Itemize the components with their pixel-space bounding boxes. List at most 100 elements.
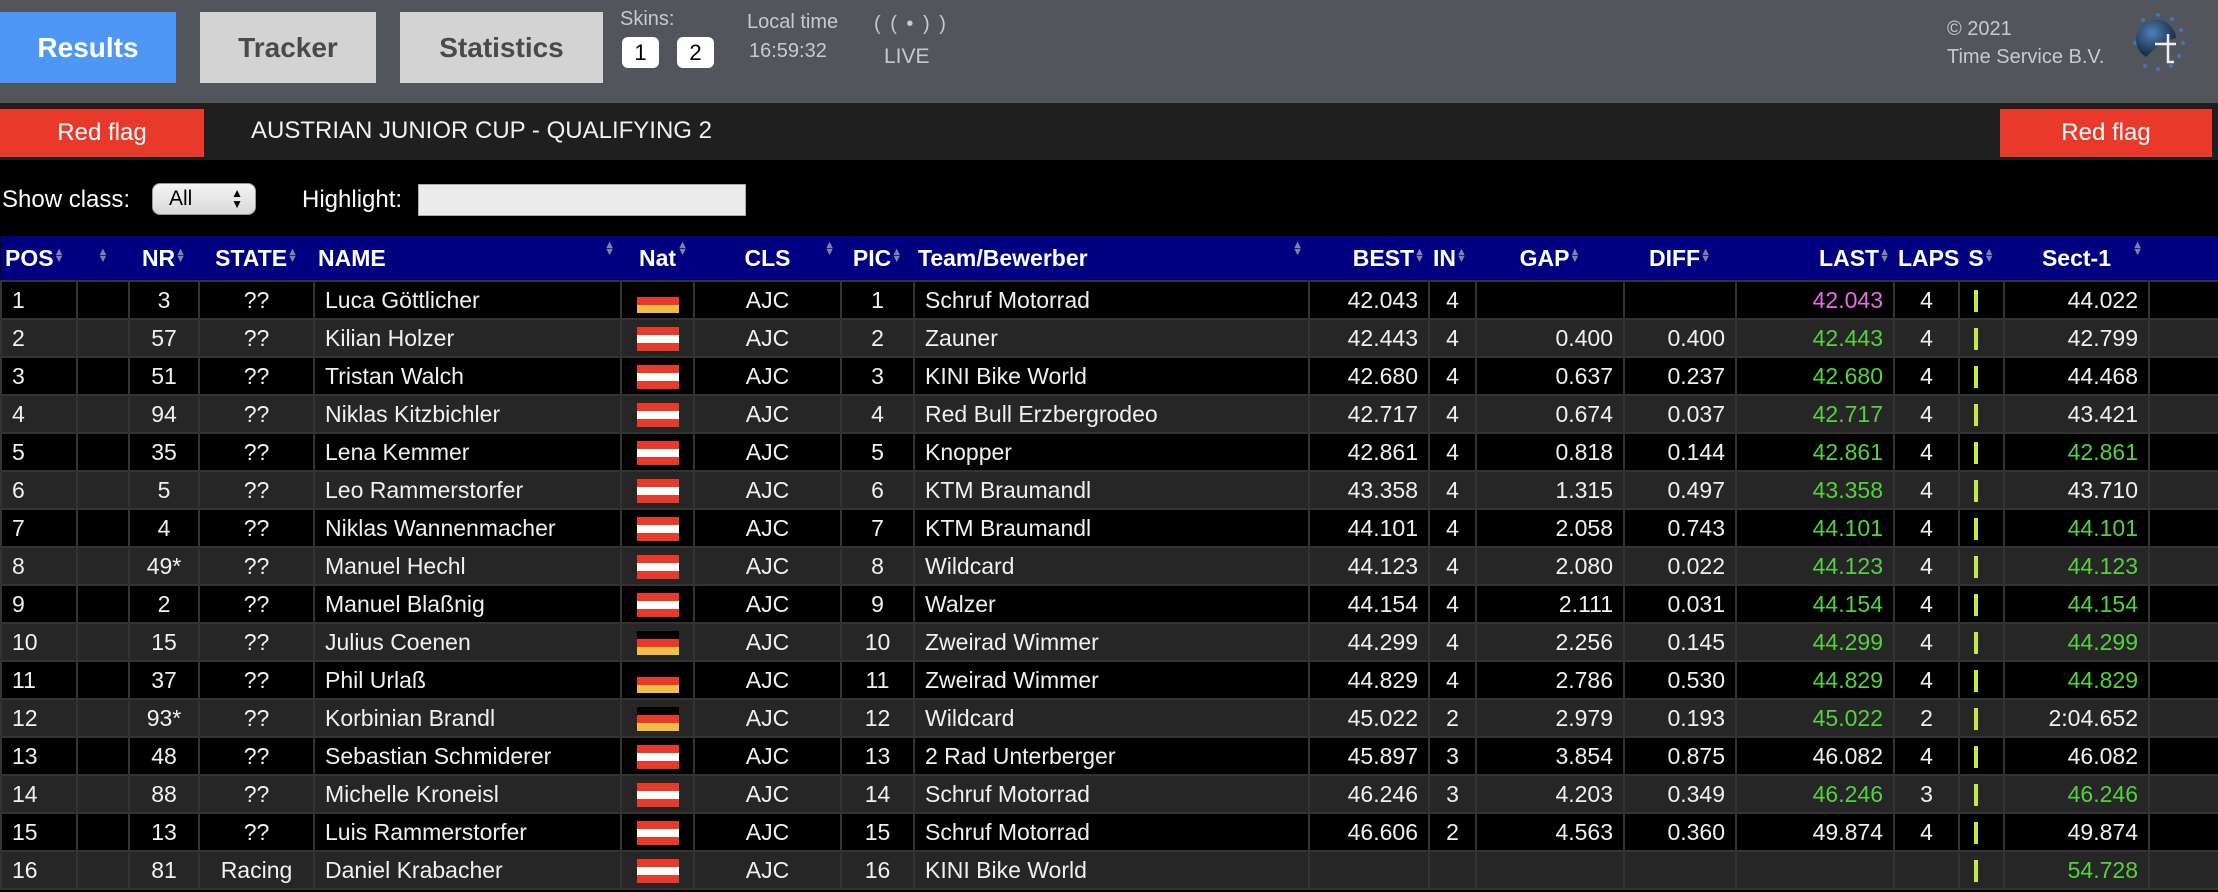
column-header-diff[interactable]: DIFF▲ ▼: [1624, 236, 1736, 281]
state-cell: ??: [198, 698, 315, 738]
tab-tracker[interactable]: Tracker: [200, 12, 376, 83]
in-lap-cell: 3: [1428, 736, 1477, 776]
column-header-extra[interactable]: [2149, 236, 2218, 281]
sort-icon[interactable]: ▲▼: [824, 240, 835, 258]
column-header-pic[interactable]: PIC▲ ▼: [841, 236, 914, 281]
column-header-label: Sect-1: [2041, 244, 2112, 271]
sort-icon[interactable]: ▲▼: [175, 246, 186, 264]
sort-icon[interactable]: ▲▼: [604, 240, 615, 258]
table-row[interactable]: 3 51?? Tristan Walch AJC 3 KINI Bike World 42.…: [0, 356, 2218, 396]
last-lap-cell: 44.154: [1735, 584, 1895, 624]
results-table: POS▲ ▼ ▲ ▼ NR▲ ▼ STATE▲ ▼ NAME ▲ ▼ Nat ▲ ▼ CLS ▲ ▼ PIC▲ ▼ T…: [0, 236, 2218, 890]
skin-1-button[interactable]: 1: [622, 37, 659, 68]
column-header-laps[interactable]: LAPS▲▼: [1894, 236, 1970, 281]
sort-icon[interactable]: ▲▼: [98, 246, 109, 264]
sort-icon[interactable]: ▲▼: [2132, 240, 2143, 258]
sort-icon[interactable]: ▲▼: [677, 240, 688, 258]
table-row[interactable]: 1 3?? Luca Göttlicher AJC 1 Schruf Motorrad 42…: [0, 280, 2218, 320]
sector-indicator-cell: [1958, 432, 2005, 472]
table-row[interactable]: 11 37?? Phil Urlaß AJC 11 Zweirad Wimmer 44.82…: [0, 660, 2218, 700]
sort-icon[interactable]: ▲▼: [1569, 246, 1580, 264]
table-row[interactable]: 2 57?? Kilian Holzer AJC 2 Zauner 42.443 4 0.400…: [0, 318, 2218, 358]
highlight-input[interactable]: [418, 184, 746, 216]
column-header-nr[interactable]: NR▲ ▼: [129, 236, 199, 281]
number-cell: 4: [128, 508, 200, 548]
sort-icon[interactable]: ▲▼: [54, 246, 65, 264]
blank-cell: [76, 812, 130, 852]
column-header-nat[interactable]: Nat ▲ ▼: [621, 236, 694, 281]
copyright-year: © 2021: [1947, 18, 2012, 40]
name-cell: Manuel Hechl: [313, 546, 622, 586]
sort-icon[interactable]: ▲▼: [1292, 240, 1303, 258]
laps-cell: 4: [1893, 584, 1960, 624]
position-cell: 13: [0, 736, 78, 776]
table-row[interactable]: 5 35?? Lena Kemmer AJC 5 Knopper 42.861 4 0.818 0…: [0, 432, 2218, 472]
sector-indicator-cell: [1958, 850, 2005, 890]
sort-icon[interactable]: ▲▼: [1456, 246, 1467, 264]
sort-icon[interactable]: ▲▼: [1700, 246, 1711, 264]
blank-cell: [76, 508, 130, 548]
state-cell: ??: [198, 356, 315, 396]
column-header-team[interactable]: Team/Bewerber ▲ ▼: [914, 236, 1309, 281]
gap-cell: [1475, 280, 1625, 320]
sort-icon[interactable]: ▲▼: [891, 246, 902, 264]
column-header-last[interactable]: LAST▲ ▼: [1736, 236, 1894, 281]
table-row[interactable]: 4 94?? Niklas Kitzbichler AJC 4 Red Bull Erzb…: [0, 394, 2218, 434]
team-cell: Walzer: [913, 584, 1310, 624]
table-row[interactable]: 12 93*?? Korbinian Brandl AJC 12 Wildcard 45.0…: [0, 698, 2218, 738]
diff-cell: 0.400: [1623, 318, 1737, 358]
sector-status-indicator: [1974, 480, 1978, 503]
diff-cell: 0.743: [1623, 508, 1737, 548]
laps-cell: 2: [1893, 698, 1960, 738]
table-row[interactable]: 8 49*?? Manuel Hechl AJC 8 Wildcard 44.123 4 2.0…: [0, 546, 2218, 586]
sector-1-cell: 46.082: [2003, 736, 2150, 776]
position-cell: 10: [0, 622, 78, 662]
sort-icon[interactable]: ▲▼: [1984, 246, 1995, 264]
sort-icon[interactable]: ▲▼: [1414, 246, 1425, 264]
austria-flag-icon: [636, 403, 679, 428]
state-cell: ??: [198, 660, 315, 700]
position-cell: 12: [0, 698, 78, 738]
table-row[interactable]: 9 2?? Manuel Blaßnig AJC 9 Walzer 44.154 4 2.111…: [0, 584, 2218, 624]
column-header-sect1[interactable]: Sect-1 ▲ ▼: [2004, 236, 2149, 281]
class-cell: AJC: [693, 508, 842, 548]
laps-cell: 4: [1893, 318, 1960, 358]
tab-statistics[interactable]: Statistics: [400, 12, 603, 83]
column-header-best[interactable]: BEST▲ ▼: [1309, 236, 1429, 281]
column-header-pos[interactable]: POS▲ ▼: [1, 236, 77, 281]
skin-2-button[interactable]: 2: [677, 37, 714, 68]
column-header-gap[interactable]: GAP▲ ▼: [1476, 236, 1624, 281]
in-lap-cell: 4: [1428, 356, 1477, 396]
column-header-label: Team/Bewerber: [918, 244, 1088, 271]
column-header-in[interactable]: IN▲ ▼: [1429, 236, 1476, 281]
column-header-s[interactable]: S▲ ▼: [1959, 236, 2004, 281]
table-row[interactable]: 10 15?? Julius Coenen AJC 10 Zweirad Wimmer 44…: [0, 622, 2218, 662]
table-row[interactable]: 14 88?? Michelle Kroneisl AJC 14 Schruf Motor…: [0, 774, 2218, 814]
nationality-cell: [620, 660, 695, 700]
sort-icon[interactable]: ▲▼: [287, 246, 298, 264]
column-header-state[interactable]: STATE▲ ▼: [199, 236, 314, 281]
position-cell: 9: [0, 584, 78, 624]
table-row[interactable]: 7 4?? Niklas Wannenmacher AJC 7 KTM Braumandl…: [0, 508, 2218, 548]
column-header-cls[interactable]: CLS ▲ ▼: [694, 236, 841, 281]
position-cell: 11: [0, 660, 78, 700]
name-cell: Tristan Walch: [313, 356, 622, 396]
live-label: LIVE: [884, 45, 930, 68]
best-lap-cell: 43.358: [1308, 470, 1430, 510]
table-row[interactable]: 15 13?? Luis Rammerstorfer AJC 15 Schruf Moto…: [0, 812, 2218, 852]
copyright-company: Time Service B.V.: [1947, 46, 2105, 68]
column-header-name[interactable]: NAME ▲ ▼: [314, 236, 621, 281]
column-header-blank[interactable]: ▲ ▼: [77, 236, 129, 281]
last-lap-cell: 46.082: [1735, 736, 1895, 776]
class-cell: AJC: [693, 318, 842, 358]
sector-status-indicator: [1974, 860, 1978, 883]
tab-results[interactable]: Results: [0, 12, 176, 83]
sort-icon[interactable]: ▲▼: [1879, 246, 1890, 264]
table-row[interactable]: 13 48?? Sebastian Schmiderer AJC 13 2 Rad Unt…: [0, 736, 2218, 776]
sector-1-cell: 54.728: [2003, 850, 2150, 890]
table-row[interactable]: 6 5?? Leo Rammerstorfer AJC 6 KTM Braumandl 43…: [0, 470, 2218, 510]
class-cell: AJC: [693, 546, 842, 586]
table-row[interactable]: 16 81 Racing Daniel Krabacher AJC 16 KINI Bike…: [0, 850, 2218, 890]
position-cell: 16: [0, 850, 78, 890]
class-select[interactable]: All ▲ ▼: [152, 183, 256, 215]
